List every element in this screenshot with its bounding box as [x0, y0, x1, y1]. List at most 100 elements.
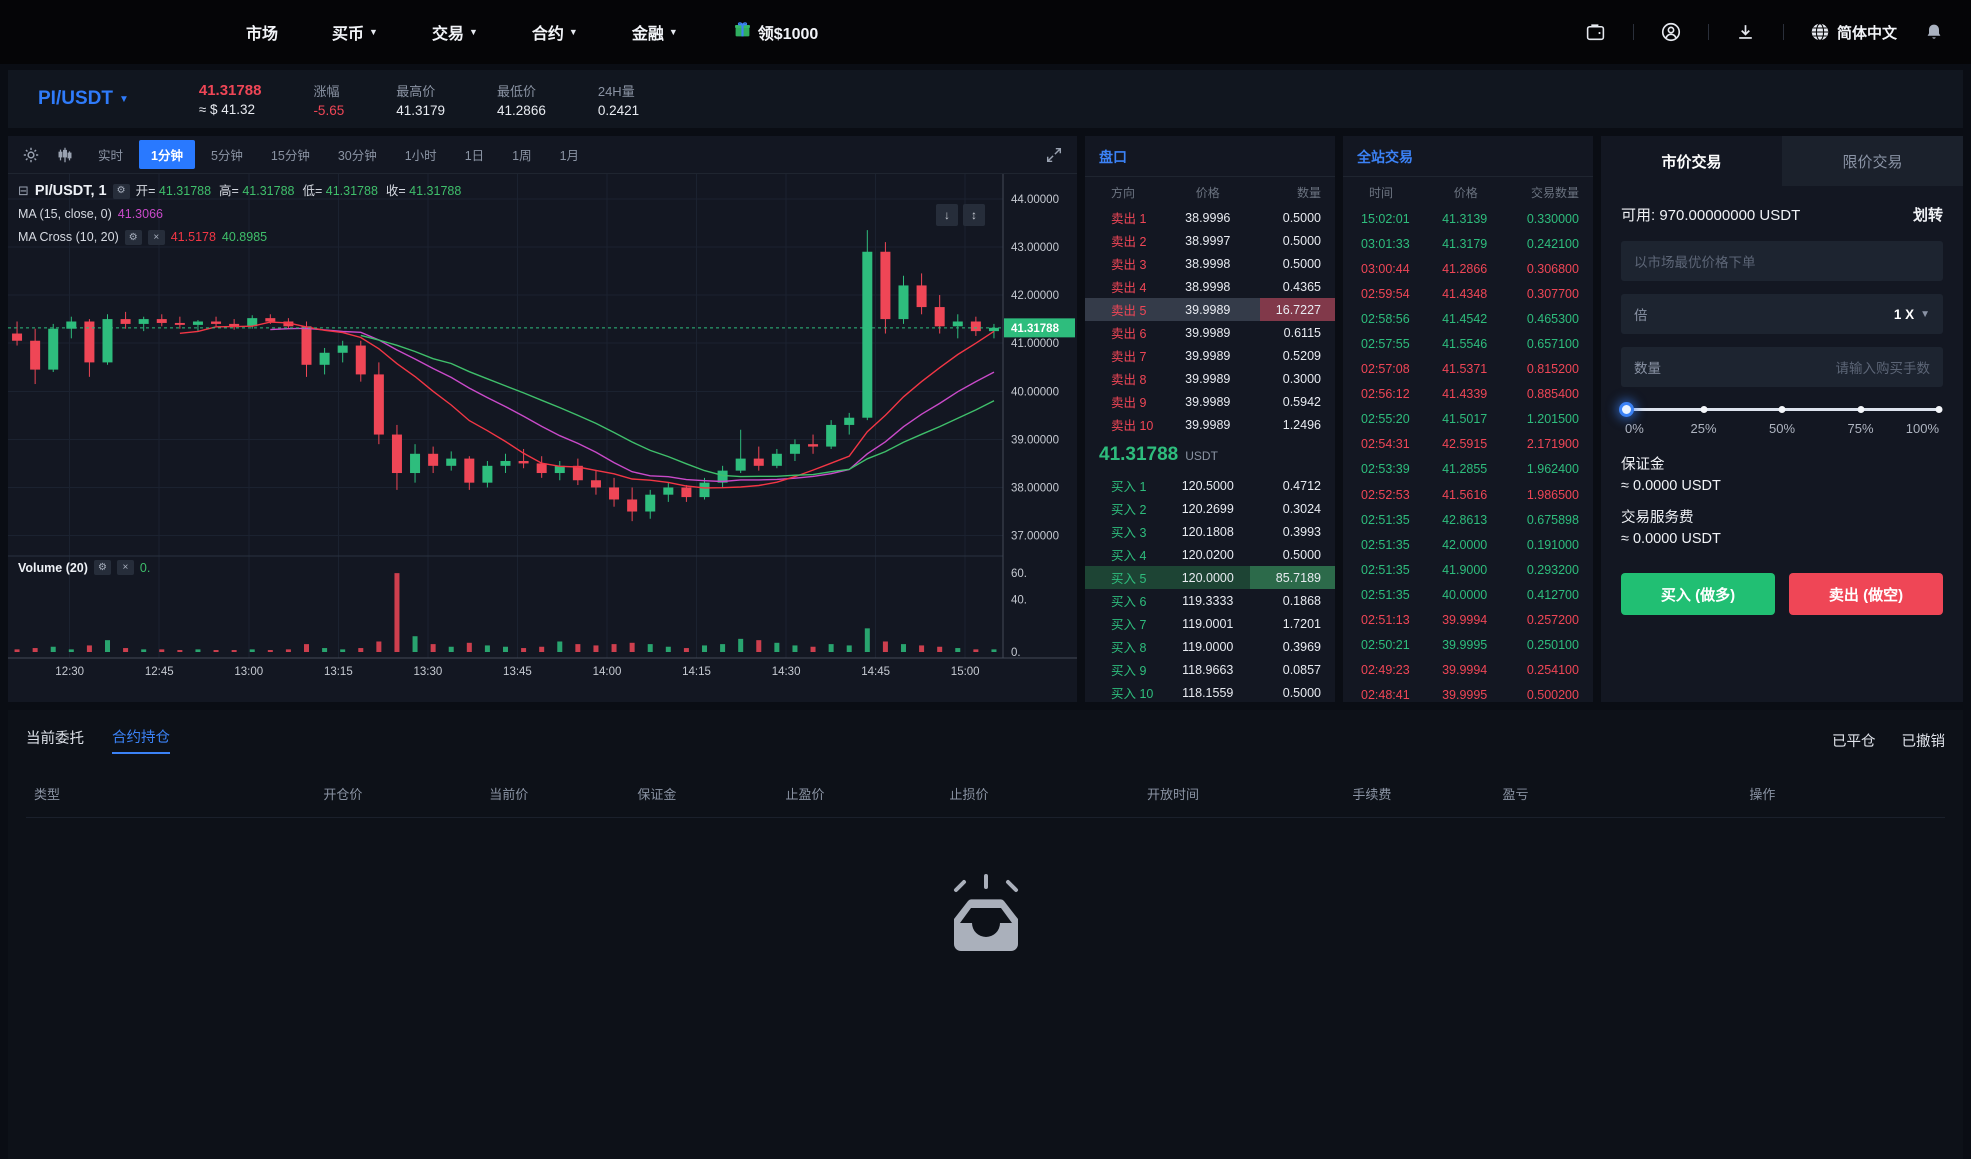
order-book-row-sell-10[interactable]: 卖出 1039.99891.2496	[1085, 413, 1335, 436]
tab-market-order[interactable]: 市价交易	[1601, 136, 1782, 186]
nav-item-0[interactable]: 市场	[246, 20, 278, 44]
trade-qty: 0.242100	[1499, 237, 1579, 251]
bell-icon[interactable]	[1923, 21, 1945, 43]
order-book-row-sell-5[interactable]: 卖出 539.998916.7227	[1085, 298, 1335, 321]
nav-item-2[interactable]: 交易▼	[432, 20, 478, 44]
order-book-row-buy-6[interactable]: 买入 6119.33330.1868	[1085, 589, 1335, 612]
auto-scale-icon[interactable]: ↕	[963, 204, 985, 226]
order-book-row-sell-8[interactable]: 卖出 839.99890.3000	[1085, 367, 1335, 390]
collapse-icon[interactable]: ⊟	[18, 181, 29, 201]
slider-handle[interactable]	[1619, 402, 1634, 417]
gift-banner[interactable]: 领$1000	[734, 20, 819, 44]
slider-mark-25%[interactable]: 25%	[1690, 421, 1716, 436]
order-book-row-buy-7[interactable]: 买入 7119.00011.7201	[1085, 612, 1335, 635]
wallet-icon[interactable]	[1585, 21, 1607, 43]
timeframe-5分钟[interactable]: 5分钟	[199, 140, 255, 169]
order-book-row-buy-1[interactable]: 买入 1120.50000.4712	[1085, 474, 1335, 497]
market-price-input[interactable]: 以市场最优价格下单	[1621, 241, 1943, 281]
qty-cell: 0.5000	[1250, 548, 1321, 562]
order-book-row-sell-1[interactable]: 卖出 138.99960.5000	[1085, 206, 1335, 229]
slider-mark-50%[interactable]: 50%	[1769, 421, 1795, 436]
tab-contract-positions[interactable]: 合约持仓	[112, 726, 170, 754]
order-book-row-buy-10[interactable]: 买入 10118.15590.5000	[1085, 681, 1335, 704]
order-book-row-sell-7[interactable]: 卖出 739.99890.5209	[1085, 344, 1335, 367]
chart-type-icon[interactable]	[52, 142, 78, 168]
order-book-row-sell-3[interactable]: 卖出 338.99980.5000	[1085, 252, 1335, 275]
trade-qty: 0.815200	[1499, 362, 1579, 376]
download-icon[interactable]	[1735, 21, 1757, 43]
tab-limit-order[interactable]: 限价交易	[1782, 136, 1963, 186]
trades-title: 全站交易	[1357, 149, 1413, 165]
side-label: 买入 2	[1099, 499, 1166, 518]
price-axis[interactable]: 37.0000038.0000039.0000040.0000041.00000…	[1003, 174, 1059, 659]
gear-icon[interactable]: ⚙	[113, 184, 130, 199]
slider-dot-75[interactable]	[1857, 406, 1864, 413]
order-book-row-buy-5[interactable]: 买入 5120.000085.7189	[1085, 566, 1335, 589]
price-cell: 39.9989	[1166, 349, 1250, 363]
price-chart[interactable]: 41.3178837.0000038.0000039.0000040.00000…	[8, 174, 1077, 702]
close-icon[interactable]: ×	[117, 560, 134, 575]
gear-icon[interactable]: ⚙	[125, 230, 142, 245]
column-header: 时间	[1357, 184, 1424, 201]
nav-item-1[interactable]: 买币▼	[332, 20, 378, 44]
scroll-to-recent-icon[interactable]: ↓	[936, 204, 958, 226]
timeframe-1分钟[interactable]: 1分钟	[139, 140, 195, 169]
order-book-row-sell-4[interactable]: 卖出 438.99980.4365	[1085, 275, 1335, 298]
order-book-row-buy-9[interactable]: 买入 9118.96630.0857	[1085, 658, 1335, 681]
order-book-row-buy-8[interactable]: 买入 8119.00000.3969	[1085, 635, 1335, 658]
buy-long-button[interactable]: 买入 (做多)	[1621, 573, 1775, 615]
timeframe-1月[interactable]: 1月	[548, 140, 591, 169]
macross-label: MA Cross (10, 20)	[18, 228, 119, 247]
user-icon[interactable]	[1660, 21, 1682, 43]
timeframe-1周[interactable]: 1周	[500, 140, 543, 169]
slider-dot-25[interactable]	[1700, 406, 1707, 413]
language-selector[interactable]: 简体中文	[1810, 22, 1897, 43]
closed-positions-link[interactable]: 已平仓	[1832, 730, 1876, 751]
tab-current-orders[interactable]: 当前委托	[26, 727, 84, 753]
slider-dot-100[interactable]	[1936, 406, 1943, 413]
positions-column-止盈价: 止盈价	[786, 784, 950, 803]
positions-column-类型: 类型	[34, 784, 323, 803]
column-header: 价格	[1166, 184, 1250, 201]
order-book-row-sell-9[interactable]: 卖出 939.99890.5942	[1085, 390, 1335, 413]
qty-cell: 85.7189	[1250, 571, 1321, 585]
qty-cell: 1.2496	[1250, 418, 1321, 432]
timeframe-实时[interactable]: 实时	[86, 140, 135, 169]
order-book-row-buy-3[interactable]: 买入 3120.18080.3993	[1085, 520, 1335, 543]
amount-input[interactable]: 数量 请输入购买手数	[1621, 347, 1943, 387]
timeframe-15分钟[interactable]: 15分钟	[259, 140, 322, 169]
pair-selector[interactable]: PI/USDT ▼	[38, 88, 129, 110]
close-icon[interactable]: ×	[148, 230, 165, 245]
leverage-select[interactable]: 倍 1 X ▼	[1621, 294, 1943, 334]
nav-item-3[interactable]: 合约▼	[532, 20, 578, 44]
timeframe-1日[interactable]: 1日	[453, 140, 496, 169]
order-book-row-buy-2[interactable]: 买入 2120.26990.3024	[1085, 497, 1335, 520]
trade-qty: 1.962400	[1499, 462, 1579, 476]
slider-dot-50[interactable]	[1779, 406, 1786, 413]
fullscreen-icon[interactable]	[1041, 142, 1067, 168]
order-book-row-sell-2[interactable]: 卖出 238.99970.5000	[1085, 229, 1335, 252]
timeframe-1小时[interactable]: 1小时	[393, 140, 449, 169]
trade-row: 02:59:5441.43480.307700	[1343, 281, 1593, 306]
slider-mark-100%[interactable]: 100%	[1906, 421, 1939, 436]
timeframe-30分钟[interactable]: 30分钟	[326, 140, 389, 169]
qty-cell: 0.5000	[1250, 686, 1321, 700]
slider-mark-0%[interactable]: 0%	[1625, 421, 1644, 436]
slider-mark-75%[interactable]: 75%	[1847, 421, 1873, 436]
cancelled-orders-link[interactable]: 已撤销	[1902, 730, 1946, 751]
svg-text:14:30: 14:30	[772, 666, 801, 678]
chart-settings-gear-icon[interactable]	[18, 142, 44, 168]
order-book-row-buy-4[interactable]: 买入 4120.02000.5000	[1085, 543, 1335, 566]
trade-time: 02:54:31	[1357, 437, 1430, 451]
gear-icon[interactable]: ⚙	[94, 560, 111, 575]
order-book-row-sell-6[interactable]: 卖出 639.99890.6115	[1085, 321, 1335, 344]
qty-cell: 0.3000	[1250, 372, 1321, 386]
transfer-link[interactable]: 划转	[1913, 204, 1943, 225]
percent-slider[interactable]	[1625, 401, 1939, 417]
sell-short-button[interactable]: 卖出 (做空)	[1789, 573, 1943, 615]
trade-price: 41.5546	[1430, 337, 1499, 351]
chart-area[interactable]: 41.3178837.0000038.0000039.0000040.00000…	[8, 174, 1077, 702]
time-axis[interactable]: 12:3012:4513:0013:1513:3013:4514:0014:15…	[8, 658, 1077, 678]
svg-text:60.: 60.	[1011, 568, 1027, 580]
nav-item-4[interactable]: 金融▼	[632, 20, 678, 44]
